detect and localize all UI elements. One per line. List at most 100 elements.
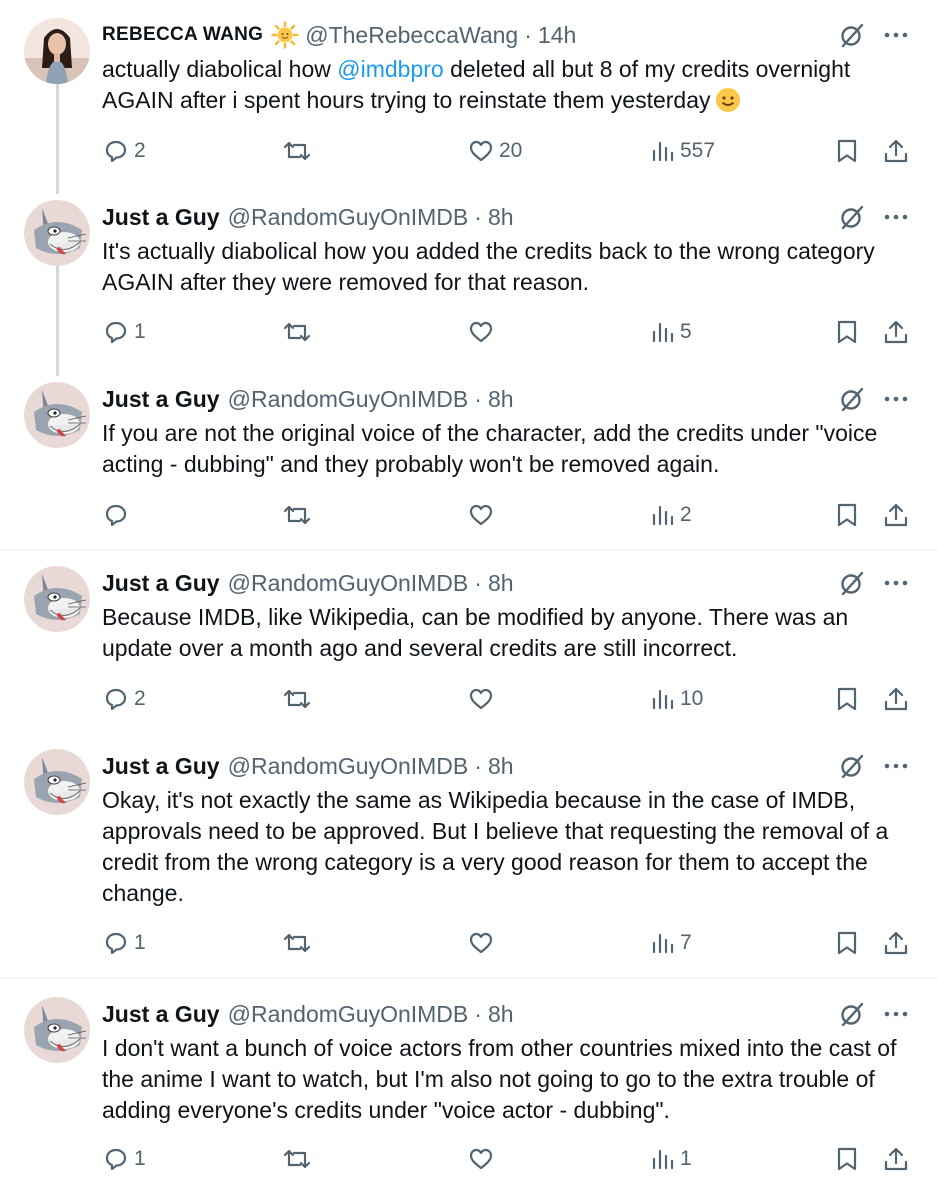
tweet-text: actually diabolical how @imdbpro deleted… bbox=[102, 54, 912, 116]
tweet[interactable]: Just a Guy @RandomGuyOnIMDB · 8h It's ac… bbox=[0, 200, 937, 372]
view-count: 557 bbox=[680, 139, 716, 162]
timestamp[interactable]: 8h bbox=[488, 570, 514, 597]
tweet-actions: 1 5 bbox=[102, 315, 912, 349]
more-icon[interactable] bbox=[883, 31, 909, 39]
more-icon[interactable] bbox=[883, 395, 909, 403]
grok-icon[interactable] bbox=[839, 22, 865, 48]
bookmark-button[interactable] bbox=[834, 1142, 860, 1176]
like-button[interactable]: 20 bbox=[467, 134, 522, 168]
reply-button[interactable]: 1 bbox=[102, 926, 146, 960]
more-icon[interactable] bbox=[883, 762, 909, 770]
share-button[interactable] bbox=[882, 926, 910, 960]
tweet-separator bbox=[0, 978, 937, 979]
author-handle[interactable]: @TheRebeccaWang bbox=[305, 22, 518, 49]
like-button[interactable] bbox=[467, 1142, 499, 1176]
author-handle[interactable]: @RandomGuyOnIMDB bbox=[228, 570, 469, 597]
reply-icon bbox=[105, 321, 127, 344]
bookmark-button[interactable] bbox=[834, 926, 860, 960]
avatar[interactable] bbox=[24, 997, 90, 1063]
share-button[interactable] bbox=[882, 315, 910, 349]
avatar[interactable] bbox=[24, 382, 90, 448]
cartoon-rabbit-avatar-icon bbox=[24, 200, 90, 266]
views-button[interactable]: 7 bbox=[650, 926, 692, 960]
tweet[interactable]: Just a Guy @RandomGuyOnIMDB · 8h I don't… bbox=[0, 997, 937, 1197]
more-icon[interactable] bbox=[883, 579, 909, 587]
bookmark-icon bbox=[837, 687, 857, 711]
avatar[interactable] bbox=[24, 200, 90, 266]
retweet-button[interactable] bbox=[282, 498, 316, 532]
tweet[interactable]: Just a Guy @RandomGuyOnIMDB · 8h Because… bbox=[0, 566, 937, 730]
avatar[interactable] bbox=[24, 18, 90, 84]
retweet-button[interactable] bbox=[282, 1142, 316, 1176]
like-icon bbox=[469, 140, 493, 162]
grok-icon[interactable] bbox=[839, 386, 865, 412]
author-name[interactable]: Just a Guy bbox=[102, 570, 220, 597]
bookmark-button[interactable] bbox=[834, 498, 860, 532]
mention-link[interactable]: @imdbpro bbox=[337, 56, 443, 82]
bookmark-icon bbox=[837, 320, 857, 344]
reply-button[interactable]: 1 bbox=[102, 1142, 146, 1176]
more-icon[interactable] bbox=[883, 1010, 909, 1018]
avatar[interactable] bbox=[24, 749, 90, 815]
views-button[interactable]: 1 bbox=[650, 1142, 692, 1176]
share-button[interactable] bbox=[882, 682, 910, 716]
tweet-text: If you are not the original voice of the… bbox=[102, 420, 878, 477]
like-button[interactable] bbox=[467, 682, 499, 716]
like-icon bbox=[469, 504, 493, 526]
timestamp[interactable]: 8h bbox=[488, 1001, 514, 1028]
timestamp[interactable]: 8h bbox=[488, 386, 514, 413]
author-handle[interactable]: @RandomGuyOnIMDB bbox=[228, 204, 469, 231]
grok-icon[interactable] bbox=[839, 753, 865, 779]
tweet-actions: 2 bbox=[102, 498, 912, 532]
author-handle[interactable]: @RandomGuyOnIMDB bbox=[228, 753, 469, 780]
retweet-button[interactable] bbox=[282, 682, 316, 716]
bookmark-button[interactable] bbox=[834, 682, 860, 716]
grok-icon[interactable] bbox=[839, 570, 865, 596]
tweet-text: It's actually diabolical how you added t… bbox=[102, 238, 875, 295]
retweet-icon bbox=[283, 141, 311, 161]
timestamp[interactable]: 8h bbox=[488, 753, 514, 780]
tweet-header: REBECCA WANG @TheRebeccaWang · 14h bbox=[102, 18, 576, 52]
grok-icon[interactable] bbox=[839, 204, 865, 230]
avatar[interactable] bbox=[24, 566, 90, 632]
share-icon bbox=[884, 139, 908, 163]
views-button[interactable]: 5 bbox=[650, 315, 692, 349]
author-name[interactable]: Just a Guy bbox=[102, 753, 220, 780]
like-button[interactable] bbox=[467, 498, 499, 532]
author-name[interactable]: Just a Guy bbox=[102, 204, 220, 231]
author-name[interactable]: Just a Guy bbox=[102, 1001, 220, 1028]
tweet[interactable]: Just a Guy @RandomGuyOnIMDB · 8h If you … bbox=[0, 382, 937, 546]
timestamp[interactable]: 8h bbox=[488, 204, 514, 231]
author-name[interactable]: REBECCA WANG bbox=[102, 24, 263, 46]
views-button[interactable]: 2 bbox=[650, 498, 692, 532]
author-name[interactable]: Just a Guy bbox=[102, 386, 220, 413]
reply-count: 2 bbox=[134, 687, 146, 710]
more-icon[interactable] bbox=[883, 213, 909, 221]
author-handle[interactable]: @RandomGuyOnIMDB bbox=[228, 1001, 469, 1028]
separator-dot: · bbox=[524, 21, 532, 48]
tweet[interactable]: Just a Guy @RandomGuyOnIMDB · 8h Okay, i… bbox=[0, 749, 937, 975]
like-button[interactable] bbox=[467, 926, 499, 960]
retweet-button[interactable] bbox=[282, 926, 316, 960]
grok-icon[interactable] bbox=[839, 1001, 865, 1027]
timestamp[interactable]: 14h bbox=[538, 22, 576, 49]
retweet-button[interactable] bbox=[282, 315, 316, 349]
share-button[interactable] bbox=[882, 498, 910, 532]
like-button[interactable] bbox=[467, 315, 499, 349]
views-button[interactable]: 10 bbox=[650, 682, 703, 716]
reply-button[interactable]: 2 bbox=[102, 134, 146, 168]
bookmark-button[interactable] bbox=[834, 134, 860, 168]
share-button[interactable] bbox=[882, 134, 910, 168]
reply-count: 1 bbox=[134, 931, 146, 954]
reply-button[interactable] bbox=[102, 498, 134, 532]
author-handle[interactable]: @RandomGuyOnIMDB bbox=[228, 386, 469, 413]
views-button[interactable]: 557 bbox=[650, 134, 715, 168]
bookmark-button[interactable] bbox=[834, 315, 860, 349]
tweet[interactable]: REBECCA WANG @TheRebeccaWang · 14h actua… bbox=[0, 18, 937, 190]
share-button[interactable] bbox=[882, 1142, 910, 1176]
tweet-top-icons bbox=[839, 200, 909, 234]
reply-button[interactable]: 1 bbox=[102, 315, 146, 349]
cartoon-rabbit-avatar-icon bbox=[24, 749, 90, 815]
reply-button[interactable]: 2 bbox=[102, 682, 146, 716]
retweet-button[interactable] bbox=[282, 134, 316, 168]
